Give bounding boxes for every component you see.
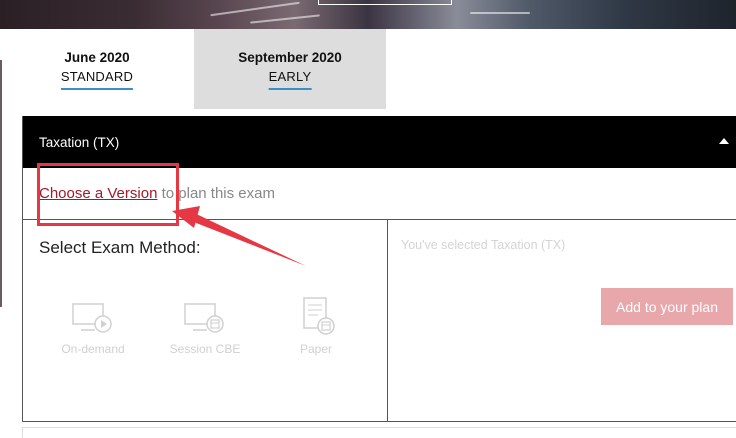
annotation-arrow-icon [172, 206, 306, 266]
